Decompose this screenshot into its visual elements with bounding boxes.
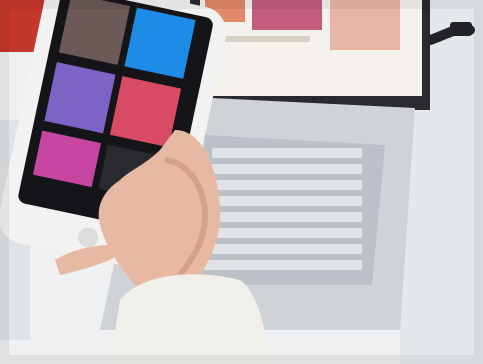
photo-scene	[0, 0, 483, 364]
phone-tile-2	[124, 7, 196, 79]
photo-illustration	[0, 0, 483, 364]
phone-tile-3	[44, 62, 116, 134]
cable-plug	[450, 22, 472, 36]
